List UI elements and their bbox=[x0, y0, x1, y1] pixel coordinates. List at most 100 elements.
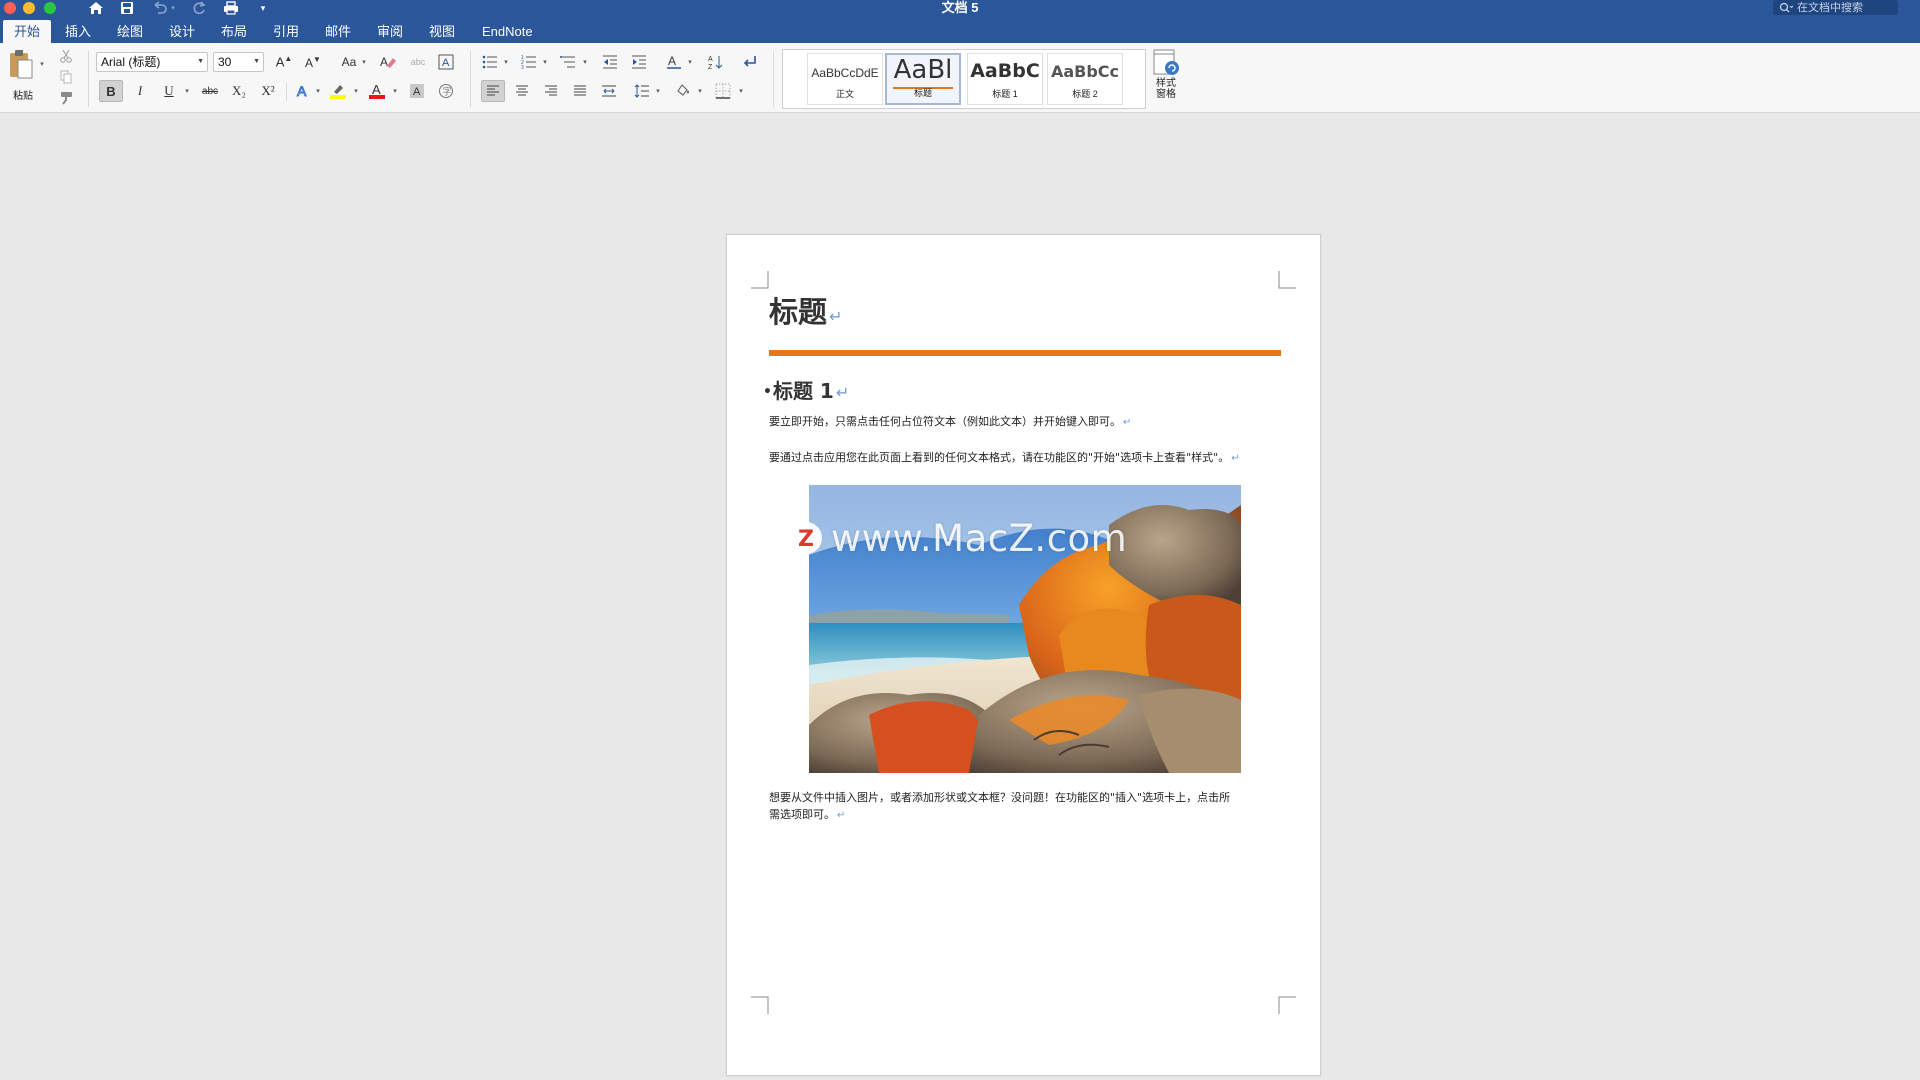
multilevel-list-icon[interactable] bbox=[556, 51, 580, 73]
styles-pane-label-1: 样式 bbox=[1156, 78, 1176, 89]
change-case-icon[interactable]: Aa bbox=[337, 51, 361, 73]
text-effects-dropdown-icon[interactable]: ▾ bbox=[314, 80, 322, 102]
clear-formatting-icon[interactable]: A bbox=[376, 51, 400, 73]
highlight-icon[interactable] bbox=[326, 80, 350, 102]
character-border-icon[interactable]: A bbox=[434, 51, 458, 73]
line-spacing-icon[interactable] bbox=[630, 80, 654, 102]
paragraph-3[interactable]: 想要从文件中插入图片，或者添加形状或文本框？没问题！在功能区的"插入"选项卡上，… bbox=[769, 789, 1230, 824]
align-center-button[interactable] bbox=[510, 80, 534, 102]
minimize-window-button[interactable] bbox=[23, 2, 35, 14]
bullets-dropdown-icon[interactable]: ▾ bbox=[502, 51, 510, 73]
divider bbox=[88, 51, 89, 107]
tab-layout[interactable]: 布局 bbox=[210, 20, 258, 43]
cut-icon[interactable] bbox=[54, 45, 78, 67]
search-box[interactable] bbox=[1773, 0, 1898, 15]
font-name-value: Arial (标题) bbox=[101, 55, 161, 69]
tab-design[interactable]: 设计 bbox=[158, 20, 206, 43]
enclose-characters-icon[interactable]: 字 bbox=[434, 80, 458, 102]
document-title-heading[interactable]: 标题 ↵ bbox=[769, 289, 842, 331]
character-shading-icon[interactable]: A bbox=[405, 80, 429, 102]
style-name: 标题 2 bbox=[1072, 89, 1098, 99]
paragraph-2[interactable]: 要通过点击应用您在此页面上看到的任何文本格式，请在功能区的"开始"选项卡上查看"… bbox=[769, 449, 1240, 467]
svg-text:A: A bbox=[442, 57, 450, 69]
tab-references[interactable]: 引用 bbox=[262, 20, 310, 43]
font-name-combo[interactable]: Arial (标题) ▼ bbox=[96, 52, 208, 72]
tab-endnote[interactable]: EndNote bbox=[471, 20, 544, 43]
close-window-button[interactable] bbox=[4, 2, 16, 14]
shading-dropdown-icon[interactable]: ▾ bbox=[696, 80, 704, 102]
align-right-button[interactable] bbox=[539, 80, 563, 102]
font-color-icon[interactable]: A bbox=[365, 80, 389, 102]
highlight-dropdown-icon[interactable]: ▾ bbox=[352, 80, 360, 102]
style-heading-2[interactable]: AaBbCc 标题 2 bbox=[1047, 53, 1123, 105]
undo-dropdown-icon[interactable]: ▾ bbox=[168, 0, 178, 16]
print-icon[interactable] bbox=[220, 0, 242, 16]
paste-icon[interactable] bbox=[6, 47, 36, 83]
styles-pane-button[interactable]: 样式 窗格 bbox=[1150, 48, 1182, 110]
superscript-button[interactable]: X² bbox=[256, 80, 280, 102]
font-size-combo[interactable]: 30 ▼ bbox=[213, 52, 264, 72]
subscript-button[interactable]: X₂ bbox=[227, 80, 251, 102]
styles-pane-icon bbox=[1153, 49, 1179, 75]
customize-toolbar-icon[interactable]: ▾ bbox=[252, 0, 274, 16]
paste-dropdown-icon[interactable]: ▾ bbox=[38, 53, 46, 75]
document-title: 文档 5 bbox=[941, 0, 979, 15]
svg-text:A: A bbox=[297, 83, 307, 99]
bold-button[interactable]: B bbox=[99, 80, 123, 102]
tab-insert[interactable]: 插入 bbox=[54, 20, 102, 43]
format-painter-icon[interactable] bbox=[54, 87, 78, 109]
style-sample: AaBbCcDdE bbox=[811, 66, 879, 80]
numbering-dropdown-icon[interactable]: ▾ bbox=[541, 51, 549, 73]
decrease-indent-icon[interactable] bbox=[598, 51, 622, 73]
shading-icon[interactable] bbox=[670, 80, 694, 102]
line-spacing-dropdown-icon[interactable]: ▾ bbox=[654, 80, 662, 102]
home-icon[interactable] bbox=[85, 0, 107, 16]
style-heading-1[interactable]: AaBbC 标题 1 bbox=[967, 53, 1043, 105]
zoom-window-button[interactable] bbox=[44, 2, 56, 14]
underline-button[interactable]: U bbox=[157, 80, 181, 102]
grow-font-icon[interactable]: A▲ bbox=[272, 51, 296, 73]
save-icon[interactable] bbox=[116, 0, 138, 16]
undo-icon[interactable] bbox=[148, 0, 170, 16]
italic-button[interactable]: I bbox=[128, 80, 152, 102]
heading-1[interactable]: •标题 1 ↵ bbox=[763, 375, 849, 404]
sort-icon[interactable]: AZ bbox=[704, 51, 728, 73]
crop-mark-bottom-right bbox=[1278, 996, 1296, 1014]
svg-text:A: A bbox=[380, 55, 388, 69]
distributed-button[interactable] bbox=[597, 80, 621, 102]
copy-icon[interactable] bbox=[54, 66, 78, 88]
phonetic-guide-icon[interactable]: abc bbox=[406, 51, 430, 73]
paragraph-3-line-2: 需选项即可。 bbox=[769, 808, 835, 821]
search-input[interactable] bbox=[1797, 1, 1897, 14]
style-normal[interactable]: AaBbCcDdE 正文 bbox=[807, 53, 883, 105]
asian-layout-dropdown-icon[interactable]: ▾ bbox=[686, 51, 694, 73]
change-case-dropdown-icon[interactable]: ▾ bbox=[360, 51, 368, 73]
document-page[interactable]: 标题 ↵ •标题 1 ↵ 要立即开始，只需点击任何占位符文本（例如此文本）并开始键入… bbox=[726, 234, 1321, 1076]
justify-button[interactable] bbox=[568, 80, 592, 102]
borders-dropdown-icon[interactable]: ▾ bbox=[737, 80, 745, 102]
increase-indent-icon[interactable] bbox=[627, 51, 651, 73]
font-color-dropdown-icon[interactable]: ▾ bbox=[391, 80, 399, 102]
styles-gallery: AaBbCcDdE 正文 AaBl 标题 AaBbC 标题 1 AaBbCc 标… bbox=[782, 49, 1146, 109]
style-title[interactable]: AaBl 标题 bbox=[885, 53, 961, 105]
tab-review[interactable]: 审阅 bbox=[366, 20, 414, 43]
tab-draw[interactable]: 绘图 bbox=[106, 20, 154, 43]
shrink-font-icon[interactable]: A▼ bbox=[301, 51, 325, 73]
paragraph-3-line-1: 想要从文件中插入图片，或者添加形状或文本框？没问题！在功能区的"插入"选项卡上，… bbox=[769, 791, 1231, 804]
underline-dropdown-icon[interactable]: ▾ bbox=[183, 80, 191, 102]
borders-icon[interactable] bbox=[711, 80, 735, 102]
tab-view[interactable]: 视图 bbox=[418, 20, 466, 43]
tab-home[interactable]: 开始 bbox=[3, 20, 52, 43]
bullets-icon[interactable] bbox=[478, 51, 502, 73]
tab-mailings[interactable]: 邮件 bbox=[314, 20, 362, 43]
multilevel-list-dropdown-icon[interactable]: ▾ bbox=[581, 51, 589, 73]
numbering-icon[interactable]: 123 bbox=[517, 51, 541, 73]
redo-icon[interactable] bbox=[188, 0, 210, 16]
text-effects-icon[interactable]: A bbox=[291, 80, 315, 102]
paragraph-mark: ↵ bbox=[1231, 453, 1240, 464]
strikethrough-button[interactable]: abc bbox=[198, 80, 222, 102]
asian-layout-icon[interactable]: A bbox=[662, 51, 686, 73]
paragraph-1[interactable]: 要立即开始，只需点击任何占位符文本（例如此文本）并开始键入即可。 ↵ bbox=[769, 413, 1131, 431]
align-left-button[interactable] bbox=[481, 80, 505, 102]
show-formatting-marks-icon[interactable] bbox=[737, 51, 761, 73]
